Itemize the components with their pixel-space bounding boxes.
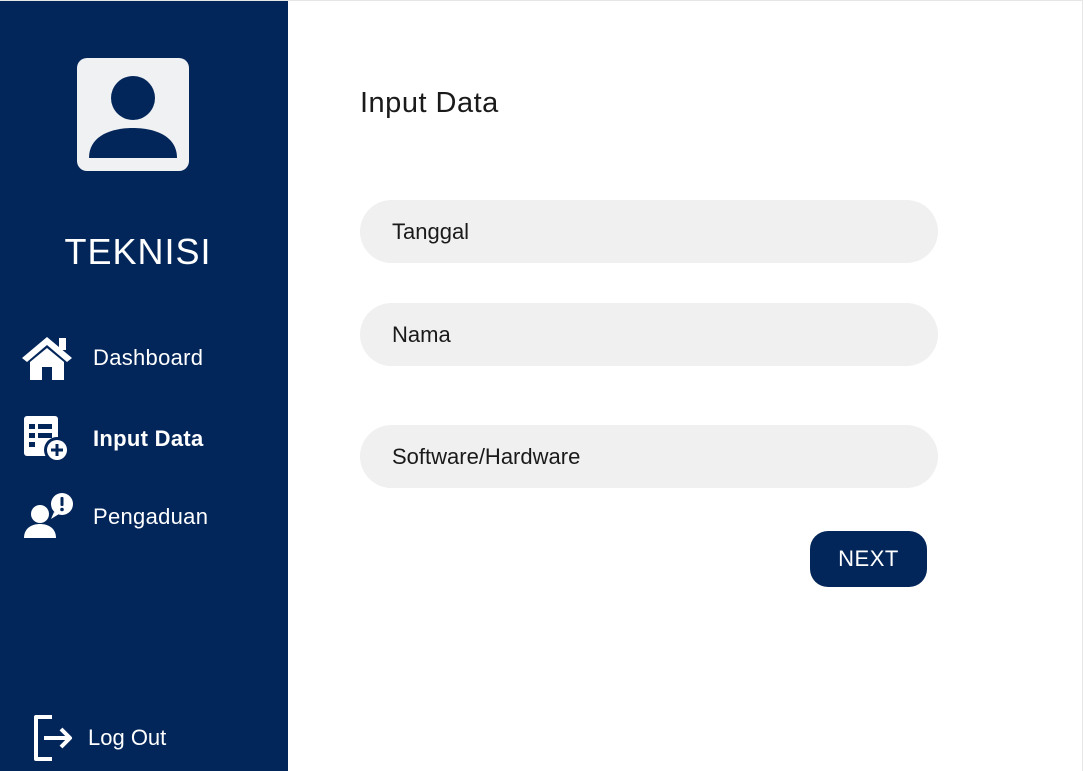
avatar <box>77 58 189 171</box>
add-data-icon <box>20 414 76 464</box>
page-title: Input Data <box>360 87 499 119</box>
app-window: TEKNISI Dashboard Input Data Pengaduan L… <box>0 0 1083 771</box>
user-complaint-icon <box>20 492 76 542</box>
logout-icon <box>34 715 72 761</box>
sidebar-item-label: Dashboard <box>93 345 204 370</box>
user-avatar-icon <box>89 76 177 158</box>
sidebar-item-input-data[interactable]: Input Data <box>20 414 204 464</box>
home-icon <box>20 333 76 383</box>
tanggal-field[interactable] <box>360 200 938 263</box>
sidebar-item-label: Pengaduan <box>93 504 209 529</box>
logout-label: Log Out <box>88 725 167 750</box>
sidebar-item-label: Input Data <box>93 426 204 451</box>
next-button[interactable]: NEXT <box>810 531 927 587</box>
nama-field[interactable] <box>360 303 938 366</box>
software-hardware-field[interactable] <box>360 425 938 488</box>
logout-button[interactable]: Log Out <box>30 713 166 763</box>
sidebar: TEKNISI Dashboard Input Data Pengaduan L… <box>0 1 288 771</box>
role-title: TEKNISI <box>64 231 212 272</box>
sidebar-item-pengaduan[interactable]: Pengaduan <box>20 492 208 542</box>
sidebar-item-dashboard[interactable]: Dashboard <box>20 333 203 383</box>
